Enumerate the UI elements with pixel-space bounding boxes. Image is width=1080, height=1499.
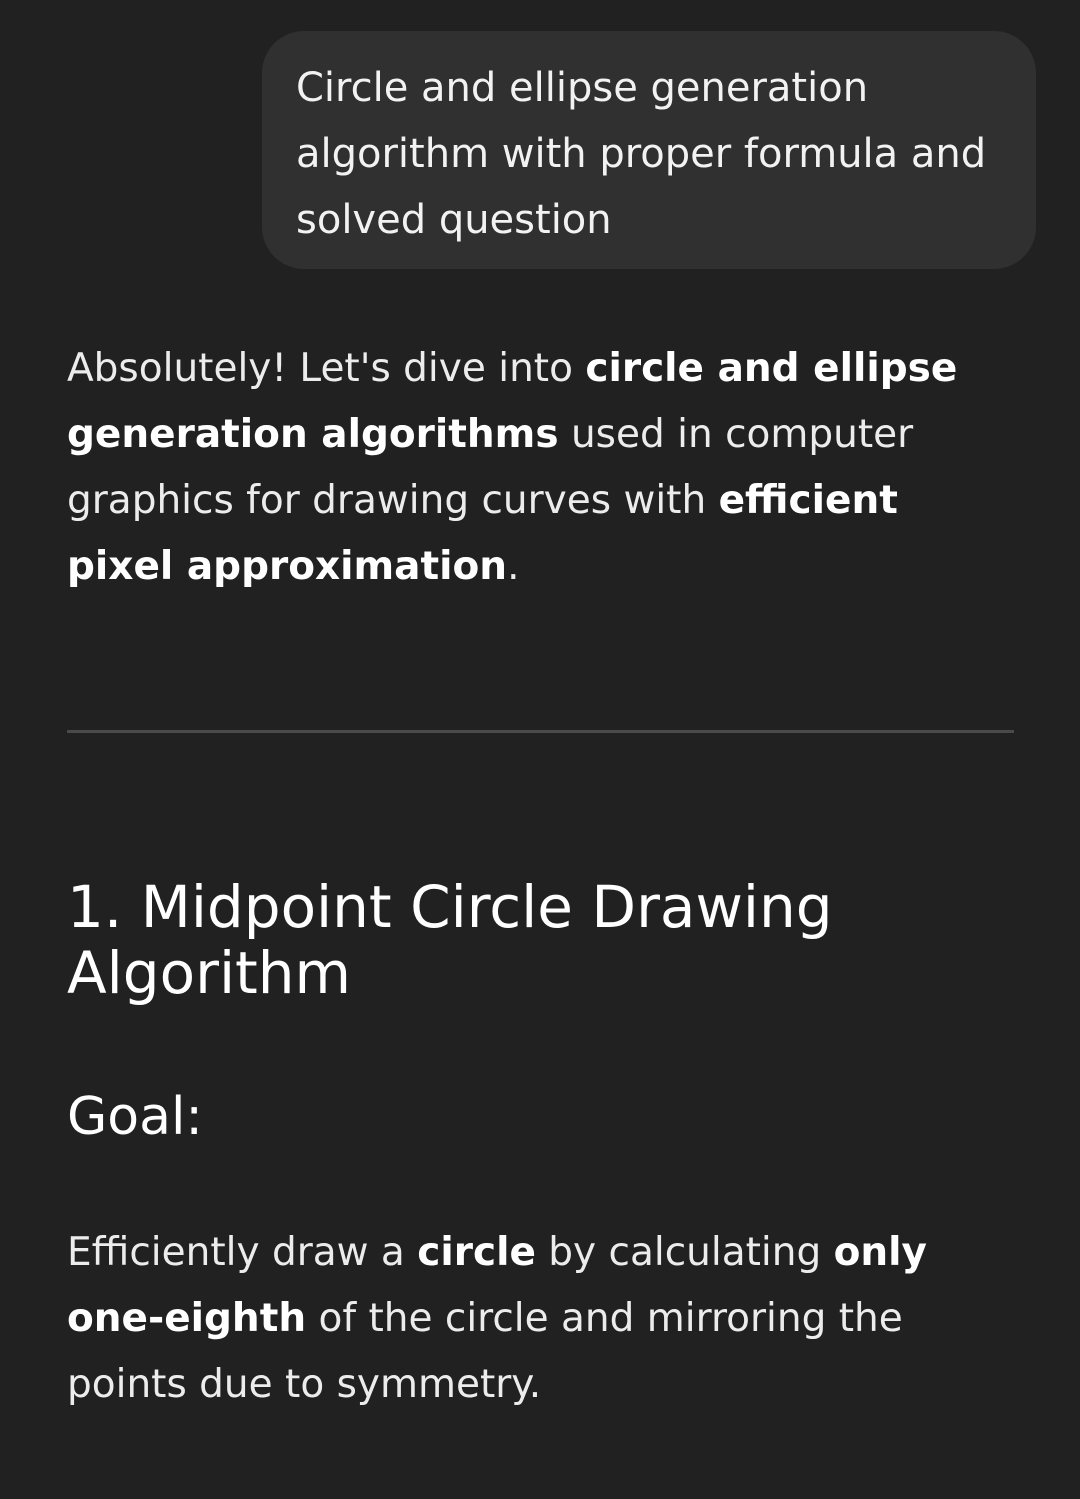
intro-text-1: Absolutely! Let's dive into <box>67 346 586 391</box>
intro-paragraph: Absolutely! Let's dive into circle and e… <box>67 336 1017 600</box>
user-message-text: Circle and ellipse generation algorithm … <box>296 65 987 243</box>
goal-bold-1: circle <box>417 1230 536 1275</box>
user-message-bubble: Circle and ellipse generation algorithm … <box>262 31 1036 269</box>
intro-text-3: . <box>507 544 520 589</box>
goal-paragraph: Efficiently draw a circle by calculating… <box>67 1220 1017 1418</box>
goal-text-1: Efficiently draw a <box>67 1230 418 1275</box>
section-heading: 1. Midpoint Circle Drawing Algorithm <box>67 873 833 1007</box>
horizontal-divider <box>67 730 1014 733</box>
goal-heading: Goal: <box>67 1087 203 1147</box>
goal-text-2: by calculating <box>535 1230 834 1275</box>
